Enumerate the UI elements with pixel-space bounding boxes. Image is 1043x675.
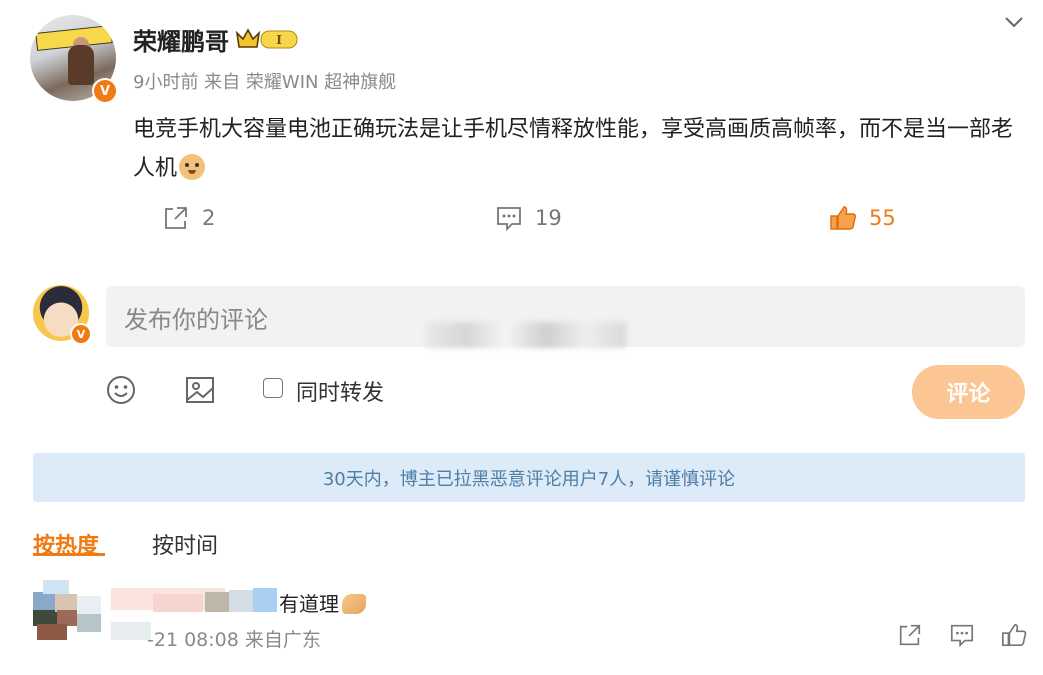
emoji-icon[interactable] <box>105 374 137 406</box>
post-meta: 9小时前 来自 荣耀WIN 超神旗舰 <box>133 72 397 93</box>
verified-badge: V <box>92 78 118 104</box>
post-text: 电竞手机大容量电池正确玩法是让手机尽情释放性能，享受高画质高帧率，而不是当一部老… <box>133 117 1014 181</box>
thumbs-up-icon <box>830 206 857 230</box>
avatar-figure-body <box>68 45 94 85</box>
comment-text: 有道理 <box>279 588 366 617</box>
post-content: 电竞手机大容量电池正确玩法是让手机尽情释放性能，享受高画质高帧率，而不是当一部老… <box>133 110 1028 188</box>
current-user-verified-badge: V <box>70 323 92 345</box>
comment-reply-icon[interactable] <box>949 622 975 648</box>
tab-sort-time[interactable]: 按时间 <box>152 528 218 560</box>
blocked-users-notice: 30天内，博主已拉黑恶意评论用户7人，请谨慎评论 <box>33 453 1025 502</box>
repost-checkbox[interactable] <box>263 378 283 398</box>
image-icon[interactable] <box>184 374 216 406</box>
repost-icon <box>165 207 187 229</box>
doge-emoji-icon <box>179 154 206 180</box>
comment-action[interactable]: 19 <box>495 204 562 232</box>
repost-checkbox-label[interactable]: 同时转发 <box>296 375 384 407</box>
comment-repost-icon[interactable] <box>897 622 923 648</box>
comment-like-icon[interactable] <box>1001 622 1027 648</box>
comment-count: 19 <box>535 206 562 230</box>
comment-icon <box>497 207 521 232</box>
blurred-overlay <box>426 322 626 348</box>
repost-count: 2 <box>202 206 216 230</box>
clap-emoji-icon <box>342 594 366 614</box>
like-count: 55 <box>869 206 896 230</box>
like-action[interactable]: 55 <box>829 204 896 232</box>
level-number: I <box>276 33 282 47</box>
repost-action[interactable]: 2 <box>162 204 215 232</box>
submit-comment-button[interactable]: 评论 <box>912 365 1025 419</box>
chevron-down-icon[interactable] <box>1002 10 1026 34</box>
comment-meta: -21 08:08 来自广东 <box>147 629 321 651</box>
crown-level-icon[interactable]: I <box>235 27 301 51</box>
tab-active-indicator <box>33 553 105 556</box>
comment-text-suffix: 有道理 <box>279 592 339 616</box>
author-name[interactable]: 荣耀鹏哥 <box>133 22 229 57</box>
